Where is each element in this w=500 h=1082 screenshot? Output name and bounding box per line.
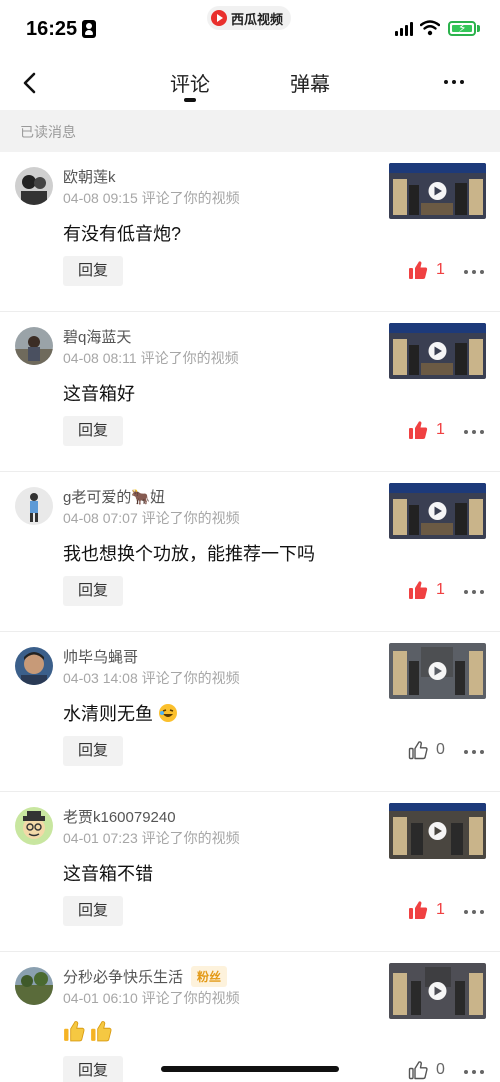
like-button[interactable]: 1: [408, 580, 445, 600]
xigua-logo-icon: [211, 10, 227, 26]
like-count: 1: [436, 581, 445, 598]
thumbs-up-outline-icon: [408, 1061, 428, 1080]
reply-button[interactable]: 回复: [63, 576, 123, 606]
section-header: 已读消息: [0, 110, 500, 152]
more-options-icon[interactable]: [464, 429, 484, 435]
like-button[interactable]: 0: [408, 740, 445, 760]
laughing-emoji-icon: [158, 703, 178, 728]
status-bar: 16:25 西瓜视频 ⚡: [0, 0, 500, 56]
video-thumbnail[interactable]: [389, 163, 486, 219]
fan-badge: 粉丝: [191, 966, 228, 987]
reply-button[interactable]: 回复: [63, 256, 123, 286]
nav-bar: 评论 弹幕: [0, 56, 500, 110]
more-options-icon[interactable]: [464, 909, 484, 915]
more-options-icon[interactable]: [440, 78, 468, 86]
comment-meta: 04-01 06:10 评论了你的视频: [63, 990, 240, 1006]
cellular-signal-icon: [395, 22, 415, 36]
list-item[interactable]: 分秒必争快乐生活 粉丝 04-01 06:10 评论了你的视频 回复 0: [0, 952, 500, 1082]
avatar[interactable]: [15, 327, 53, 365]
like-count: 1: [436, 261, 445, 278]
avatar[interactable]: [15, 807, 53, 845]
comment-meta: 04-08 09:15 评论了你的视频: [63, 190, 240, 206]
username[interactable]: 欧朝莲k: [63, 166, 116, 187]
comment-text: 这音箱不错: [63, 864, 153, 884]
reply-button[interactable]: 回复: [63, 736, 123, 766]
more-options-icon[interactable]: [464, 749, 484, 755]
avatar[interactable]: [15, 167, 53, 205]
back-arrow-icon[interactable]: [18, 70, 44, 96]
comment-meta: 04-08 07:07 评论了你的视频: [63, 510, 240, 526]
thumbs-up-filled-icon: [409, 421, 428, 439]
reply-button[interactable]: 回复: [63, 1056, 123, 1082]
battery-icon: ⚡: [448, 21, 476, 36]
home-indicator[interactable]: [161, 1066, 339, 1072]
battery-cap: [477, 25, 480, 32]
list-item[interactable]: 欧朝莲k 04-08 09:15 评论了你的视频 有没有低音炮? 回复 1: [0, 152, 500, 312]
page: 16:25 西瓜视频 ⚡ 评论 弹幕 已读消息 欧朝莲k 04-08 09:15…: [0, 0, 500, 1082]
thumbs-up-emoji-icon: [63, 1020, 85, 1047]
comment-text: 有没有低音炮?: [63, 224, 182, 244]
wifi-icon: [420, 20, 440, 36]
list-item[interactable]: 老贾k160079240 04-01 07:23 评论了你的视频 这音箱不错 回…: [0, 792, 500, 952]
more-options-icon[interactable]: [464, 589, 484, 595]
username[interactable]: g老可爱的🐂妞: [63, 486, 165, 507]
like-button[interactable]: 1: [408, 420, 445, 440]
like-count: 0: [436, 1061, 445, 1078]
video-thumbnail[interactable]: [389, 803, 486, 859]
username[interactable]: 碧q海蓝天: [63, 326, 131, 347]
thumbs-up-filled-icon: [409, 261, 428, 279]
avatar[interactable]: [15, 967, 53, 1005]
like-button[interactable]: 0: [408, 1060, 445, 1080]
username[interactable]: 分秒必争快乐生活: [63, 966, 183, 987]
avatar[interactable]: [15, 647, 53, 685]
tab-active-indicator: [184, 98, 196, 102]
avatar[interactable]: [15, 487, 53, 525]
comment-meta: 04-03 14:08 评论了你的视频: [63, 670, 240, 686]
contact-card-icon: [82, 20, 96, 38]
video-thumbnail[interactable]: [389, 323, 486, 379]
like-button[interactable]: 1: [408, 260, 445, 280]
thumbs-up-filled-icon: [409, 581, 428, 599]
tab-comments[interactable]: 评论: [170, 68, 210, 97]
reply-button[interactable]: 回复: [63, 416, 123, 446]
like-count: 1: [436, 421, 445, 438]
list-item[interactable]: 碧q海蓝天 04-08 08:11 评论了你的视频 这音箱好 回复 1: [0, 312, 500, 472]
like-count: 0: [436, 741, 445, 758]
like-count: 1: [436, 901, 445, 918]
comment-text: 水清则无鱼: [63, 700, 178, 728]
comment-meta: 04-01 07:23 评论了你的视频: [63, 830, 240, 846]
list-item[interactable]: 帅毕乌蝇哥 04-03 14:08 评论了你的视频 水清则无鱼 回复 0: [0, 632, 500, 792]
video-thumbnail[interactable]: [389, 963, 486, 1019]
thumbs-up-emoji-icon: [90, 1020, 112, 1047]
app-pill-label: 西瓜视频: [231, 11, 284, 27]
comment-text: 我也想换个功放，能推荐一下吗: [63, 544, 315, 564]
more-options-icon[interactable]: [464, 1069, 484, 1075]
video-thumbnail[interactable]: [389, 483, 486, 539]
comment-text-content: 水清则无鱼: [63, 704, 153, 724]
comment-text: [63, 1020, 112, 1047]
section-label: 已读消息: [20, 124, 76, 140]
reply-button[interactable]: 回复: [63, 896, 123, 926]
comment-meta: 04-08 08:11 评论了你的视频: [63, 350, 239, 366]
tab-danmaku[interactable]: 弹幕: [290, 68, 330, 97]
notification-list: 欧朝莲k 04-08 09:15 评论了你的视频 有没有低音炮? 回复 1 碧q…: [0, 152, 500, 1082]
more-options-icon[interactable]: [464, 269, 484, 275]
comment-text: 这音箱好: [63, 384, 135, 404]
video-thumbnail[interactable]: [389, 643, 486, 699]
thumbs-up-filled-icon: [409, 901, 428, 919]
username[interactable]: 老贾k160079240: [63, 806, 176, 827]
thumbs-up-outline-icon: [408, 741, 428, 760]
like-button[interactable]: 1: [408, 900, 445, 920]
username[interactable]: 帅毕乌蝇哥: [63, 646, 138, 667]
app-pill[interactable]: 西瓜视频: [207, 6, 292, 30]
list-item[interactable]: g老可爱的🐂妞 04-08 07:07 评论了你的视频 我也想换个功放，能推荐一…: [0, 472, 500, 632]
status-time: 16:25: [26, 18, 78, 40]
